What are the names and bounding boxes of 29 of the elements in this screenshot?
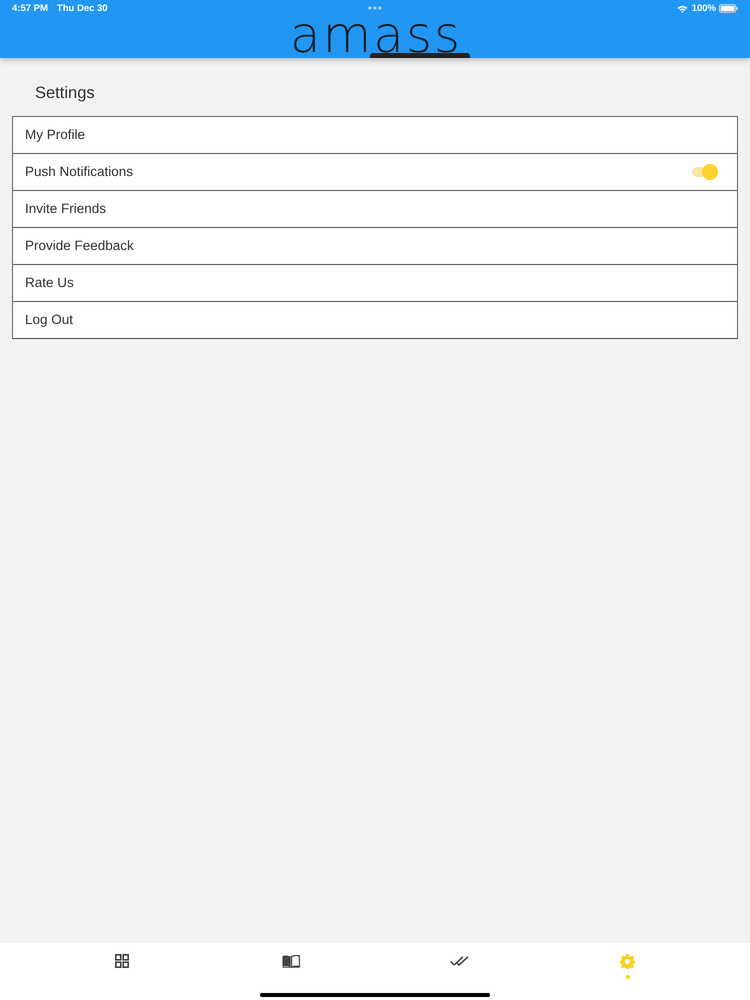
settings-label: My Profile [25, 127, 86, 143]
status-date: Thu Dec 30 [56, 2, 108, 14]
tab-button[interactable] [282, 954, 300, 968]
settings-label: Provide Feedback [25, 238, 134, 254]
settings-label: Log Out [25, 312, 74, 328]
battery-icon [719, 4, 738, 13]
settings-row[interactable]: Provide Feedback [13, 227, 737, 264]
wifi-icon [676, 4, 688, 12]
selected-indicator-icon [626, 975, 630, 979]
settings-row[interactable]: Rate Us [13, 264, 737, 301]
settings-label: Push Notifications [25, 164, 134, 180]
settings-row[interactable]: Log Out [13, 301, 737, 338]
tab-button[interactable] [450, 956, 469, 966]
settings-label: Rate Us [25, 275, 74, 291]
page-title: Settings [35, 84, 95, 102]
settings-label: Invite Friends [25, 201, 106, 217]
settings-row[interactable]: My Profile [13, 117, 737, 153]
double-check-icon [450, 956, 469, 966]
status-time: 4:57 PM [12, 2, 48, 14]
battery-percentage: 100% [692, 2, 716, 14]
book-icon [282, 954, 300, 968]
settings-row[interactable]: Invite Friends [13, 190, 737, 227]
settings-icon [620, 954, 636, 968]
toggle-switch[interactable] [692, 164, 718, 180]
tab-button[interactable] [115, 954, 130, 968]
app-logo: amass [290, 17, 462, 53]
settings-row[interactable]: Push Notifications [13, 153, 737, 190]
grid-icon [115, 954, 130, 968]
multitasking-dots-icon[interactable] [368, 6, 382, 10]
